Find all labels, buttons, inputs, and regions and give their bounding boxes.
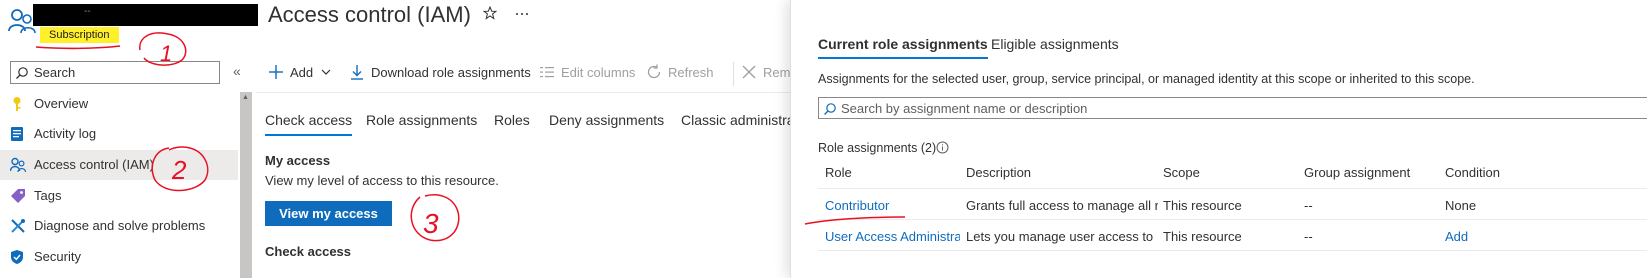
tab-role-assignments[interactable]: Role assignments bbox=[366, 112, 477, 128]
sidebar-item-label: Diagnose and solve problems bbox=[34, 218, 206, 233]
tab-classic-administrators[interactable]: Classic administrat bbox=[681, 112, 798, 128]
annotation-underline bbox=[35, 45, 121, 50]
role-assignments-panel: Current role assignments Eligible assign… bbox=[790, 0, 1647, 278]
page-title: Access control (IAM) bbox=[268, 2, 471, 27]
add-label: Add bbox=[290, 65, 314, 80]
sidebar-search-input[interactable]: Search bbox=[10, 61, 220, 84]
sidebar-item-label: Tags bbox=[34, 188, 62, 203]
refresh-icon bbox=[646, 64, 662, 80]
sidebar-item-label: Activity log bbox=[34, 126, 97, 141]
download-icon bbox=[349, 64, 365, 80]
sidebar-item-diagnose[interactable]: Diagnose and solve problems bbox=[0, 211, 238, 241]
tab-roles[interactable]: Roles bbox=[494, 112, 530, 128]
group-assignment: -- bbox=[1304, 229, 1313, 244]
group-assignment: -- bbox=[1304, 198, 1313, 213]
close-icon bbox=[741, 64, 757, 80]
assignment-search-input[interactable]: Search by assignment name or description bbox=[818, 97, 1647, 119]
columns-icon bbox=[539, 64, 555, 80]
my-access-description: View my level of access to this resource… bbox=[265, 173, 499, 188]
tab-current-role-assignments[interactable]: Current role assignments bbox=[818, 36, 988, 59]
check-access-heading: Check access bbox=[265, 244, 352, 259]
sidebar-item-activity-log[interactable]: Activity log bbox=[0, 119, 238, 149]
subscription-icon bbox=[8, 8, 36, 34]
sidebar-item-access-control[interactable]: Access control (IAM) bbox=[0, 150, 238, 180]
remove-button[interactable]: Remo bbox=[741, 63, 791, 85]
role-link[interactable]: Contributor bbox=[825, 198, 960, 213]
sidebar-scrollbar[interactable] bbox=[240, 92, 252, 278]
view-my-access-button[interactable]: View my access bbox=[265, 201, 392, 226]
add-button[interactable]: Add bbox=[268, 63, 348, 85]
row-divider bbox=[818, 250, 1647, 251]
tab-deny-assignments[interactable]: Deny assignments bbox=[549, 112, 664, 128]
annotation-circle bbox=[410, 194, 460, 242]
assignment-search-placeholder: Search by assignment name or description bbox=[841, 101, 1088, 116]
toolbar-divider bbox=[733, 62, 734, 86]
role-description: Grants full access to manage all r... bbox=[966, 198, 1158, 213]
info-icon[interactable] bbox=[936, 141, 949, 154]
collapse-sidebar-button[interactable]: « bbox=[233, 63, 241, 79]
role-link[interactable]: User Access Administrato bbox=[825, 229, 960, 244]
key-icon bbox=[10, 96, 24, 112]
redacted-text: -- bbox=[84, 6, 91, 17]
download-role-assignments-button[interactable]: Download role assignments bbox=[349, 63, 531, 85]
tab-check-access[interactable]: Check access bbox=[265, 112, 353, 136]
search-icon bbox=[15, 66, 29, 80]
tag-icon bbox=[10, 188, 26, 204]
activity-log-icon bbox=[10, 126, 24, 142]
download-label: Download role assignments bbox=[371, 65, 531, 80]
sidebar-item-tags[interactable]: Tags bbox=[0, 181, 238, 211]
role-assignments-count: Role assignments (2) bbox=[818, 141, 937, 155]
scroll-up-arrow[interactable]: ▲ bbox=[242, 94, 249, 101]
condition: None bbox=[1445, 198, 1477, 213]
star-icon[interactable] bbox=[483, 6, 497, 20]
column-header-role[interactable]: Role bbox=[825, 165, 852, 180]
row-divider bbox=[818, 219, 1647, 220]
header-divider bbox=[818, 188, 1647, 189]
edit-columns-label: Edit columns bbox=[561, 65, 636, 80]
column-header-condition[interactable]: Condition bbox=[1445, 165, 1500, 180]
wrench-icon bbox=[10, 218, 26, 234]
column-header-scope[interactable]: Scope bbox=[1163, 165, 1200, 180]
remove-label: Remo bbox=[763, 65, 791, 80]
role-description: Lets you manage user access to ... bbox=[966, 229, 1158, 244]
shield-icon bbox=[10, 249, 24, 265]
sidebar-item-label: Access control (IAM) bbox=[34, 157, 154, 172]
annotation-number: 3 bbox=[423, 208, 439, 239]
refresh-button[interactable]: Refresh bbox=[646, 63, 720, 85]
role-scope: This resource bbox=[1163, 229, 1242, 244]
panel-description: Assignments for the selected user, group… bbox=[818, 72, 1475, 86]
sidebar-item-overview[interactable]: Overview bbox=[0, 89, 238, 119]
column-header-group-assignment[interactable]: Group assignment bbox=[1304, 165, 1410, 180]
plus-icon bbox=[268, 64, 284, 80]
sidebar-item-label: Overview bbox=[34, 96, 89, 111]
add-condition-link[interactable]: Add bbox=[1445, 229, 1468, 244]
resource-type-label: Subscription bbox=[40, 27, 119, 43]
redacted-resource-name bbox=[33, 4, 258, 26]
people-icon bbox=[10, 157, 26, 173]
chevron-down-icon bbox=[321, 68, 331, 76]
sidebar-item-security[interactable]: Security bbox=[0, 242, 238, 272]
ellipsis-icon[interactable] bbox=[515, 12, 529, 16]
sidebar-search-placeholder: Search bbox=[34, 65, 76, 80]
edit-columns-button[interactable]: Edit columns bbox=[539, 63, 639, 85]
sidebar-item-label: Security bbox=[34, 249, 81, 264]
toolbar-divider-line bbox=[256, 92, 802, 93]
role-scope: This resource bbox=[1163, 198, 1242, 213]
column-header-description[interactable]: Description bbox=[966, 165, 1031, 180]
tab-eligible-assignments[interactable]: Eligible assignments bbox=[991, 36, 1119, 52]
refresh-label: Refresh bbox=[668, 65, 714, 80]
search-icon bbox=[823, 102, 837, 116]
my-access-heading: My access bbox=[265, 153, 331, 168]
